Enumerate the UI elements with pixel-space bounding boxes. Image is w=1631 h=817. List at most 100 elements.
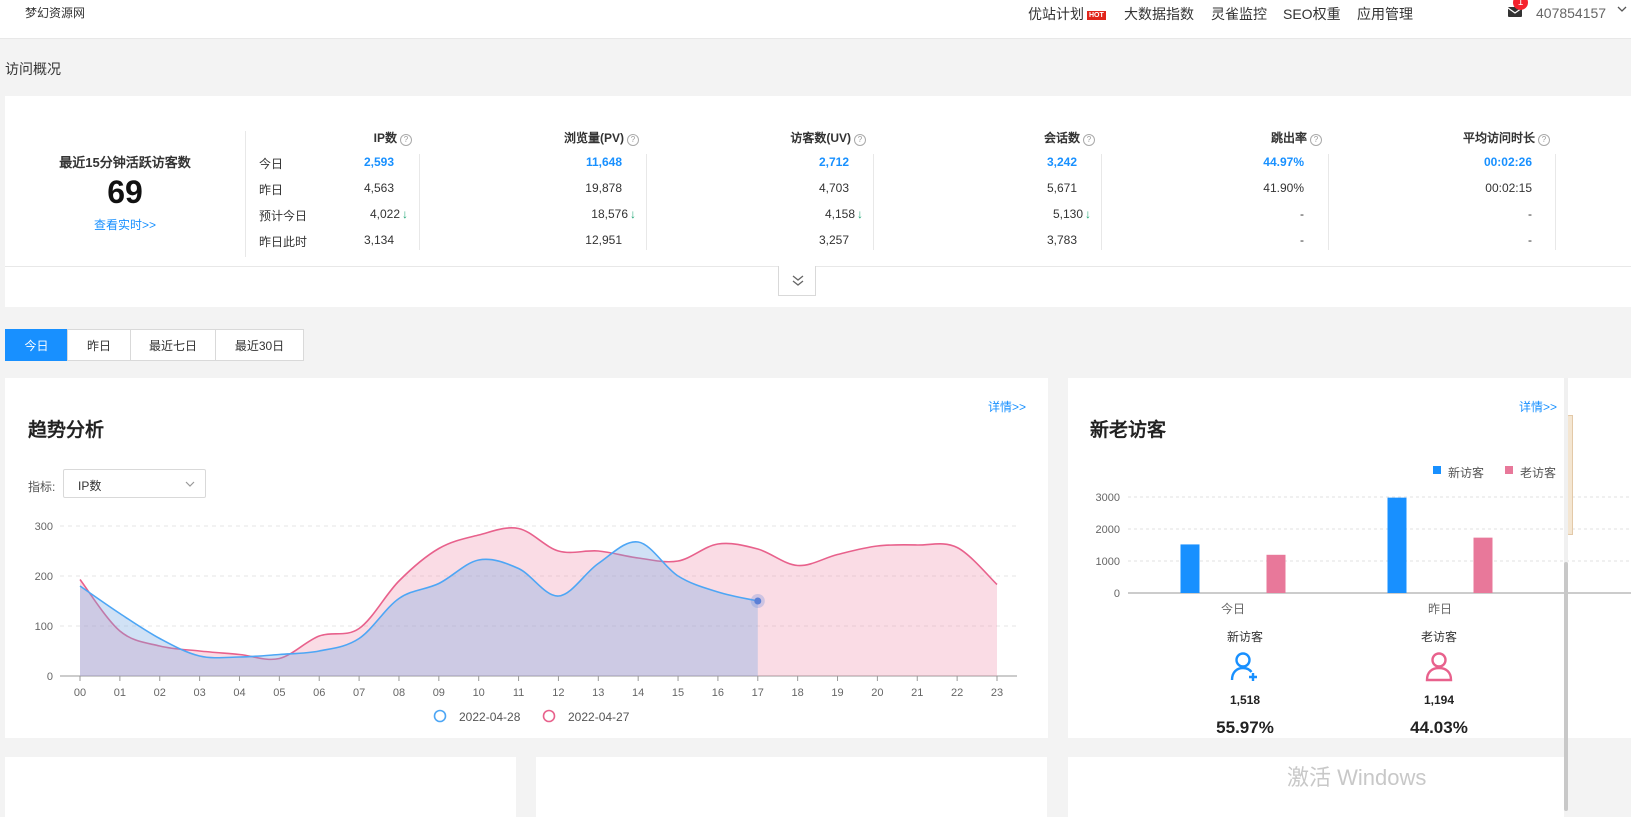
tab-last-7-days[interactable]: 最近七日 xyxy=(130,329,216,361)
col-header-pv: 浏览量(PV)? xyxy=(564,129,639,146)
help-icon[interactable]: ? xyxy=(1310,134,1322,146)
visitor-more-link[interactable]: 详情>> xyxy=(1519,398,1557,415)
legend-item-new[interactable]: 新访客 xyxy=(1448,464,1484,481)
row-label-forecast: 预计今日 xyxy=(259,209,308,223)
pv-forecast: 18,576 ↓ xyxy=(591,207,636,221)
y-tick-label: 3000 xyxy=(1096,492,1120,504)
divider xyxy=(419,154,420,250)
x-tick-label: 03 xyxy=(193,687,205,699)
ip-yesterday-same-time: 3,134 xyxy=(363,233,394,247)
sessions-forecast: 5,130 ↓ xyxy=(1052,207,1091,221)
bar xyxy=(1180,544,1200,593)
visitor-title: 新老访客 xyxy=(1090,420,1167,441)
new-visitor-label: 新访客 xyxy=(1226,630,1263,644)
ip-today: 2,593 xyxy=(363,155,394,169)
row-label-yesterday: 昨日 xyxy=(259,183,284,197)
legend-item-old[interactable]: 老访客 xyxy=(1520,464,1556,481)
chevron-down-icon[interactable] xyxy=(1616,3,1628,15)
old-visitor-count: 1,194 xyxy=(1423,693,1455,707)
x-tick-label: 08 xyxy=(393,687,405,699)
arrow-down-icon: ↓ xyxy=(857,207,863,221)
x-tick-label: 13 xyxy=(592,687,604,699)
overview-panel: 最近15分钟活跃访客数 69 查看实时>> 今日 昨日 预计今日 昨日此时 IP… xyxy=(5,96,1631,307)
active-visitors-title: 最近15分钟活跃访客数 xyxy=(59,155,191,170)
x-tick-label: 04 xyxy=(233,687,245,699)
activation-watermark: 激活 Windows xyxy=(1287,765,1427,790)
tab-yesterday[interactable]: 昨日 xyxy=(67,329,131,361)
new-visitor-count: 1,518 xyxy=(1229,693,1261,707)
notification-badge: 1 xyxy=(1513,0,1528,10)
row-label-yesterday-same-time: 昨日此时 xyxy=(259,235,308,249)
chevron-down-icon xyxy=(185,481,195,487)
divider xyxy=(646,154,647,250)
scrollbar-thumb[interactable] xyxy=(1564,562,1568,811)
legend-item-series2[interactable]: 2022-04-27 xyxy=(568,710,629,724)
trend-more-link[interactable]: 详情>> xyxy=(988,398,1026,415)
realtime-link[interactable]: 查看实时>> xyxy=(5,216,245,233)
arrow-down-icon: ↓ xyxy=(630,207,636,221)
uv-today: 2,712 xyxy=(818,155,849,169)
col-header-bounce: 跳出率? xyxy=(1271,129,1322,146)
trend-chart: 0 100 200 300 00 01 02 03 04 05 06 07 08 09 10 11 12 13 14… xyxy=(35,521,1017,723)
pv-yesterday-same-time: 12,951 xyxy=(585,233,622,247)
help-icon[interactable]: ? xyxy=(1538,134,1550,146)
tab-last-30-days[interactable]: 最近30日 xyxy=(215,329,304,361)
tab-today[interactable]: 今日 xyxy=(5,329,68,361)
duration-today: 00:02:26 xyxy=(1483,155,1532,169)
add-user-icon xyxy=(1230,652,1257,681)
metric-select[interactable]: IP数 xyxy=(63,469,206,498)
duration-yesterday-same-time: - xyxy=(1528,233,1532,247)
help-icon[interactable]: ? xyxy=(400,134,412,146)
x-tick-label: 07 xyxy=(353,687,365,699)
site-logo[interactable]: 梦幻资源网 xyxy=(25,4,85,21)
x-tick-label: 18 xyxy=(792,687,804,699)
nav-item-bigdata[interactable]: 大数据指数 xyxy=(1124,4,1194,24)
legend-marker xyxy=(1505,466,1513,474)
nav-item-apps[interactable]: 应用管理 xyxy=(1357,4,1413,24)
nav-label: 优站计划 xyxy=(1028,6,1084,22)
x-tick-label: 昨日 xyxy=(1428,602,1452,616)
old-visitor-label: 老访客 xyxy=(1420,630,1457,644)
y-tick-label: 300 xyxy=(35,521,53,533)
x-tick-label: 09 xyxy=(433,687,445,699)
help-icon[interactable]: ? xyxy=(854,134,866,146)
duration-forecast: - xyxy=(1528,207,1532,221)
help-icon[interactable]: ? xyxy=(627,134,639,146)
nav-item-plan[interactable]: 优站计划 HOT xyxy=(1028,4,1106,24)
legend-marker xyxy=(433,709,447,723)
divider xyxy=(1328,154,1329,250)
new-visitor-percent: 55.97% xyxy=(1216,718,1274,737)
x-tick-label: 10 xyxy=(473,687,485,699)
nav-item-monitor[interactable]: 灵雀监控 xyxy=(1211,4,1267,24)
visitor-card: 0 1000 2000 3000 今日 昨日 新老访客 详情>> 新访客 老访客 新访客 … xyxy=(1068,378,1631,738)
pv-today: 11,648 xyxy=(585,155,622,169)
arrow-down-icon: ↓ xyxy=(402,207,408,221)
old-visitor-percent: 44.03% xyxy=(1410,718,1468,737)
arrow-down-icon: ↓ xyxy=(1085,207,1091,221)
user-account[interactable]: 407854157 xyxy=(1536,5,1606,21)
uv-forecast: 4,158 ↓ xyxy=(824,207,863,221)
x-tick-label: 23 xyxy=(991,687,1003,699)
legend-item-series1[interactable]: 2022-04-28 xyxy=(459,710,520,724)
col-header-ip: IP数? xyxy=(374,129,412,146)
x-tick-label: 11 xyxy=(513,687,524,699)
divider xyxy=(873,154,874,250)
x-tick-label: 02 xyxy=(154,687,166,699)
x-tick-label: 12 xyxy=(552,687,564,699)
bar xyxy=(1387,497,1407,593)
bounce-forecast: - xyxy=(1300,207,1304,221)
hot-badge: HOT xyxy=(1087,11,1106,20)
double-chevron-down-icon xyxy=(792,275,804,286)
metric-label: 指标: xyxy=(28,480,56,494)
divider xyxy=(245,131,246,257)
pv-yesterday: 19,878 xyxy=(585,181,622,195)
nav-item-seo[interactable]: SEO权重 xyxy=(1283,4,1341,24)
bounce-yesterday: 41.90% xyxy=(1263,181,1304,195)
bounce-today: 44.97% xyxy=(1263,155,1304,169)
user-icon xyxy=(1425,652,1453,682)
data-point xyxy=(754,597,762,605)
help-icon[interactable]: ? xyxy=(1083,134,1095,146)
divider xyxy=(1101,154,1102,250)
expand-button[interactable] xyxy=(778,266,816,296)
x-tick-label: 17 xyxy=(752,687,764,699)
